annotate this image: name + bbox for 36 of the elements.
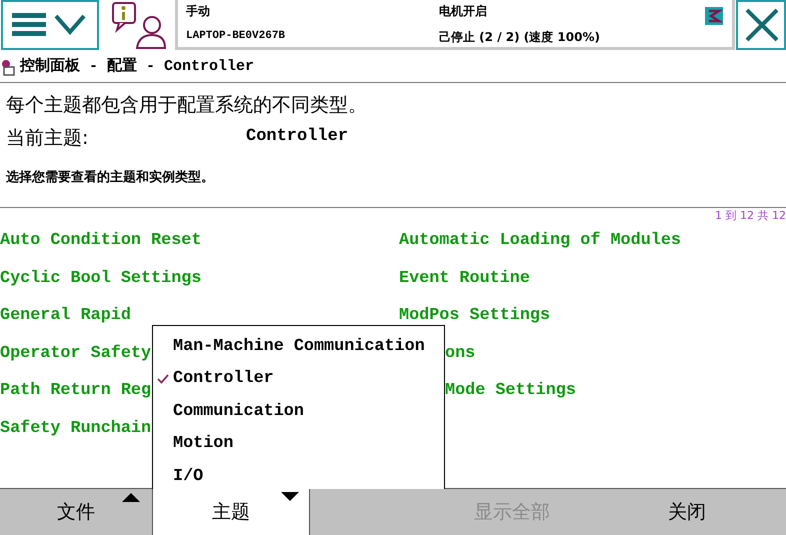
topic-menu-item[interactable]: Controller [173,366,274,392]
breadcrumb: 控制面板 - 配置 - Controller [20,56,254,77]
config-type-link[interactable]: Auto Condition Reset [0,228,202,254]
menu-button[interactable] [1,0,99,50]
motor-status: 电机开启 [439,3,488,20]
host-name: LAPTOP-BE0V267B [186,29,286,44]
topic-menu-item[interactable]: I/O [173,464,204,489]
config-type-link[interactable]: ModPos Settings [399,303,550,328]
mode-label: 手动 [186,3,211,20]
topic-menu-item[interactable]: Man-Machine Communication [173,334,425,359]
toolbar-button[interactable]: 主题 [152,488,310,535]
config-type-link[interactable]: Event Routine [399,266,530,291]
config-type-link[interactable]: Automatic Loading of Modules [399,228,681,254]
close-button[interactable] [736,0,786,50]
toolbar-button[interactable]: 文件 [0,489,152,535]
topic-menu-item[interactable]: Communication [173,398,304,424]
program-status: 己停止 (2 / 2) (速度 100%) [439,29,601,46]
paging-text: 1 到 12 共 12 [715,209,786,222]
config-type-link[interactable]: Mode Settings [445,378,576,404]
config-type-link[interactable]: Path Return Reg [0,378,152,404]
control-panel-icon [0,58,16,76]
intro-text: 每个主题都包含用于配置系统的不同类型。 [6,93,368,118]
config-type-link[interactable]: Safety Runchain [0,416,152,441]
config-type-link[interactable]: Cyclic Bool Settings [0,266,202,291]
config-type-link[interactable]: ons [445,340,476,366]
config-type-link[interactable]: Operator Safety [0,340,152,366]
topic-menu-item[interactable]: Motion [173,431,234,456]
status-icon [704,6,724,26]
current-topic-label: 当前主题: [6,126,90,150]
current-topic-value: Controller [246,126,348,148]
instruction-text: 选择您需要查看的主题和实例类型。 [6,168,215,187]
down-triangle-icon [281,492,299,501]
toolbar-button[interactable]: 关闭 [630,489,786,535]
config-type-link[interactable]: General Rapid [0,303,131,328]
close-icon [744,7,778,43]
up-triangle-icon [122,493,140,502]
